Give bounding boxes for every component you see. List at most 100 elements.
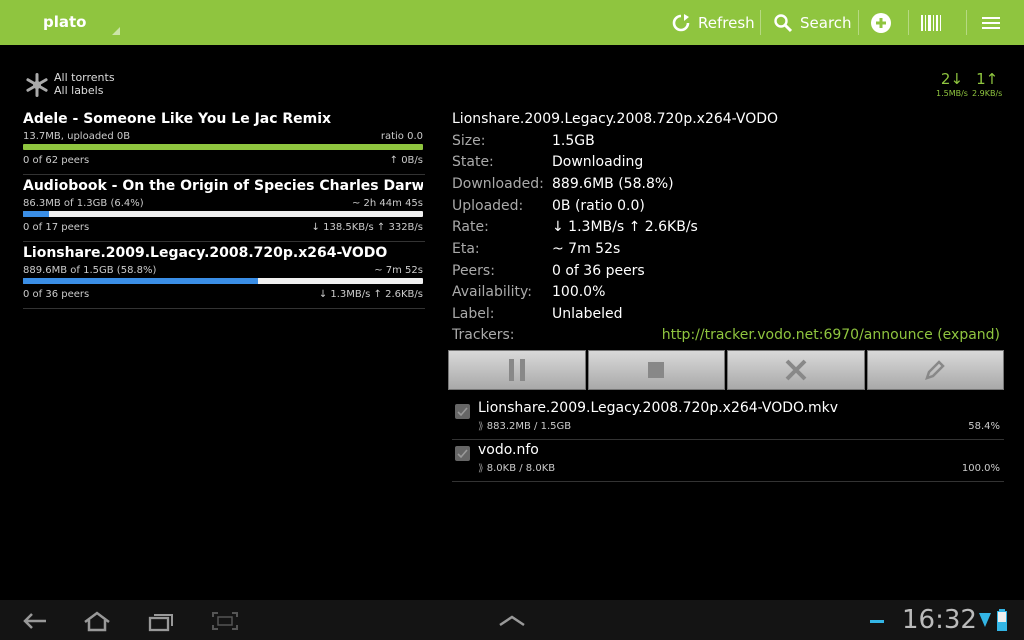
file-size: ⟫ 8.0KB / 8.0KB <box>478 463 555 474</box>
file-size: ⟫ 883.2MB / 1.5GB <box>478 421 571 432</box>
file-size-text: 883.2MB / 1.5GB <box>486 421 572 432</box>
detail-value: ↓ 1.3MB/s ↑ 2.6KB/s <box>552 219 698 235</box>
torrent-controls <box>448 350 1004 390</box>
detail-value: ~ 7m 52s <box>552 241 621 257</box>
file-size-text: 8.0KB / 8.0KB <box>486 463 556 474</box>
download-speed-indicator: 2↓ 1.5MB/s <box>936 70 968 98</box>
progress-fill <box>23 211 49 217</box>
torrent-eta: ~ 7m 52s <box>374 265 423 276</box>
refresh-label: Refresh <box>698 13 755 32</box>
upload-count: 1↑ <box>976 70 999 88</box>
download-count: 2↓ <box>940 70 964 88</box>
torrent-item[interactable]: Lionshare.2009.Legacy.2008.720p.x264-VOD… <box>23 245 425 309</box>
file-percent: 58.4% <box>968 421 1000 432</box>
detail-value: Downloading <box>552 154 644 170</box>
home-icon[interactable] <box>82 610 112 632</box>
detail-value: 0 of 36 peers <box>552 263 645 279</box>
download-rate: 1.5MB/s <box>936 89 968 98</box>
detail-key: Uploaded: <box>452 198 524 214</box>
torrent-peers: 0 of 36 peers <box>23 289 90 300</box>
torrent-size-info: 13.7MB, uploaded 0B <box>23 131 131 142</box>
torrent-progress-bar <box>23 144 423 150</box>
torrent-peers: 0 of 62 peers <box>23 155 90 166</box>
torrent-progress-bar <box>23 278 423 284</box>
torrent-rate: ↓ 138.5KB/s ↑ 332B/s <box>311 222 423 233</box>
detail-key: Eta: <box>452 241 480 257</box>
check-icon <box>457 407 468 417</box>
detail-value: 1.5GB <box>552 133 595 149</box>
wifi-icon <box>979 613 991 627</box>
search-label: Search <box>800 13 852 32</box>
add-icon <box>870 12 892 34</box>
detail-key: Availability: <box>452 284 533 300</box>
detail-value: 100.0% <box>552 284 606 300</box>
torrent-peers: 0 of 17 peers <box>23 222 90 233</box>
torrent-progress-bar <box>23 211 423 217</box>
priority-icon: ⟫ <box>478 463 487 474</box>
file-percent: 100.0% <box>961 463 1000 474</box>
action-divider <box>760 10 761 35</box>
filter-label-label: All labels <box>54 84 104 97</box>
file-item[interactable]: Lionshare.2009.Legacy.2008.720p.x264-VOD… <box>452 400 1004 440</box>
action-divider <box>908 10 909 35</box>
detail-value: 0B (ratio 0.0) <box>552 198 645 214</box>
upload-speed-indicator: 1↑ 2.9KB/s <box>972 70 1002 98</box>
file-checkbox[interactable] <box>455 404 470 419</box>
action-divider <box>966 10 967 35</box>
stop-button[interactable] <box>587 350 725 390</box>
app-title[interactable]: plato <box>43 13 86 31</box>
torrent-item[interactable]: Audiobook - On the Origin of Species Cha… <box>23 178 425 242</box>
file-item[interactable]: vodo.nfo ⟫ 8.0KB / 8.0KB 100.0% <box>452 442 1004 482</box>
pencil-icon <box>925 360 946 380</box>
details-title: Lionshare.2009.Legacy.2008.720p.x264-VOD… <box>452 111 779 127</box>
torrent-eta: ~ 2h 44m 45s <box>351 198 423 209</box>
pause-icon <box>508 359 525 381</box>
progress-fill <box>23 144 423 150</box>
filter-selector[interactable]: All torrents All labels <box>24 70 224 100</box>
back-icon[interactable] <box>20 610 50 632</box>
torrent-ratio: ratio 0.0 <box>380 131 423 142</box>
barcode-scan-button[interactable] <box>920 0 948 45</box>
torrent-name: Lionshare.2009.Legacy.2008.720p.x264-VOD… <box>23 245 388 261</box>
upload-rate: 2.9KB/s <box>972 89 1003 98</box>
filter-status-label: All torrents <box>54 71 115 84</box>
file-checkbox[interactable] <box>455 446 470 461</box>
stop-icon <box>648 362 665 378</box>
action-bar: plato Refresh Search <box>0 0 1024 45</box>
torrent-rate: ↓ 1.3MB/s ↑ 2.6KB/s <box>318 289 423 300</box>
detail-key: Label: <box>452 306 495 322</box>
detail-key: State: <box>452 154 494 170</box>
torrent-size-info: 86.3MB of 1.3GB (6.4%) <box>23 198 144 209</box>
torrent-item[interactable]: Adele - Someone Like You Le Jac Remix 13… <box>23 111 425 175</box>
detail-key: Rate: <box>452 219 489 235</box>
detail-value: Unlabeled <box>552 306 623 322</box>
system-clock[interactable]: 16:32 <box>902 605 977 635</box>
progress-fill <box>23 278 259 284</box>
overflow-menu-button[interactable] <box>980 0 1008 45</box>
detail-key: Size: <box>452 133 486 149</box>
notification-dash <box>870 620 884 623</box>
add-torrent-button[interactable] <box>870 0 898 45</box>
recent-apps-icon[interactable] <box>146 610 176 632</box>
search-button[interactable]: Search <box>772 0 852 45</box>
torrent-name: Adele - Someone Like You Le Jac Remix <box>23 111 332 127</box>
pause-button[interactable] <box>448 350 586 390</box>
remove-button[interactable] <box>727 350 865 390</box>
action-divider <box>858 10 859 35</box>
file-name: Lionshare.2009.Legacy.2008.720p.x264-VOD… <box>478 400 838 416</box>
screenshot-icon[interactable] <box>210 610 240 632</box>
detail-key: Peers: <box>452 263 495 279</box>
tracker-link[interactable]: http://tracker.vodo.net:6970/announce (e… <box>662 327 1000 343</box>
torrent-rate: ↑ 0B/s <box>389 155 423 166</box>
spinner-indicator <box>112 27 120 35</box>
refresh-button[interactable]: Refresh <box>670 0 755 45</box>
menu-icon <box>980 12 1002 34</box>
chevron-up-icon[interactable] <box>497 610 527 632</box>
edit-button[interactable] <box>866 350 1004 390</box>
detail-key: Trackers: <box>452 327 515 343</box>
file-name: vodo.nfo <box>478 442 539 458</box>
detail-value: 889.6MB (58.8%) <box>552 176 674 192</box>
search-icon <box>772 12 794 34</box>
torrent-name: Audiobook - On the Origin of Species Cha… <box>23 178 423 194</box>
check-icon <box>457 449 468 459</box>
